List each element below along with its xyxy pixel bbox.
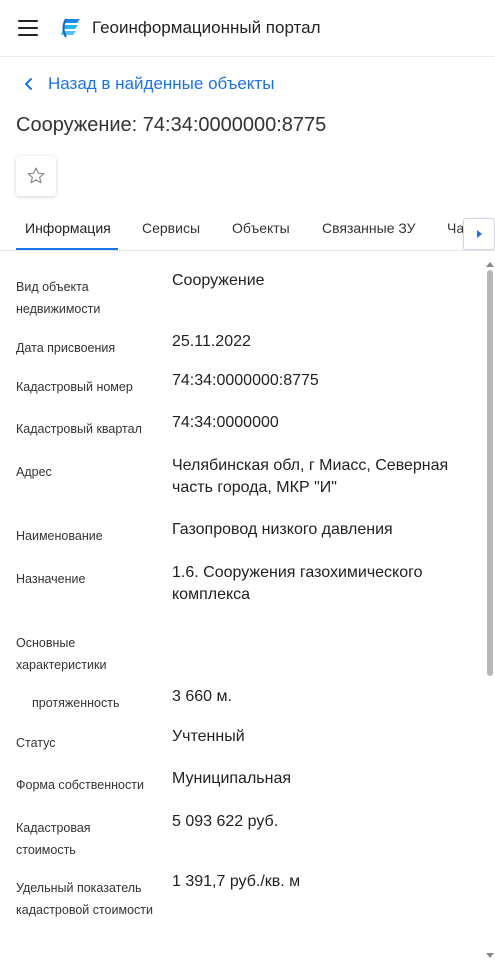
detail-value: 74:34:0000000 [172, 414, 279, 431]
detail-label: Наименование [16, 529, 103, 543]
tab-bar: Информация Сервисы Объекты Связанные ЗУ … [0, 208, 495, 251]
object-details: Вид объекта недвижимости Сооружение Дата… [0, 262, 485, 960]
tab-objects[interactable]: Объекты [232, 220, 290, 236]
tab-information[interactable]: Информация [25, 220, 111, 236]
caret-right-icon [477, 230, 482, 238]
detail-label: Удельный показатель кадастровой стоимост… [16, 881, 153, 917]
scrollbar-thumb[interactable] [487, 270, 493, 676]
detail-label: Адрес [16, 465, 52, 479]
detail-value: 3 660 м. [172, 688, 232, 705]
detail-value: 1.6. Сооружения газохимического комплекс… [172, 564, 423, 603]
scroll-down-arrow-icon[interactable] [486, 953, 494, 958]
detail-value: 5 093 622 руб. [172, 813, 279, 830]
page-title: Сооружение: 74:34:0000000:8775 [16, 114, 327, 136]
detail-value: Сооружение [172, 272, 265, 289]
back-to-results-link[interactable]: Назад в найденные объекты [22, 74, 274, 94]
detail-value: Учтенный [172, 728, 245, 745]
chevron-left-icon [25, 78, 32, 90]
tab-services[interactable]: Сервисы [142, 220, 200, 236]
active-tab-indicator [16, 248, 118, 250]
detail-label: Кадастровый квартал [16, 422, 142, 436]
detail-value: Газопровод низкого давления [172, 521, 393, 538]
detail-label: Дата присвоения [16, 341, 116, 355]
detail-value: 74:34:0000000:8775 [172, 372, 319, 389]
tabs-scroll-right-button[interactable] [463, 218, 495, 250]
detail-label: Вид объекта недвижимости [16, 280, 101, 316]
detail-label: Основные характеристики [16, 636, 107, 672]
detail-label: Статус [16, 736, 56, 750]
detail-label: Кадастровый номер [16, 380, 133, 394]
scroll-up-arrow-icon[interactable] [486, 262, 494, 267]
app-title: Геоинформационный портал [92, 18, 321, 37]
detail-value: 25.11.2022 [172, 333, 251, 350]
back-label: Назад в найденные объекты [48, 74, 275, 93]
detail-value: 1 391,7 руб./кв. м [172, 873, 301, 890]
detail-value: Муниципальная [172, 770, 292, 787]
detail-label: Назначение [16, 572, 86, 586]
details-scrollbar[interactable] [485, 262, 495, 960]
detail-label: протяженность [32, 696, 120, 710]
detail-label: Кадастровая стоимость [16, 821, 91, 857]
favorite-button[interactable] [16, 156, 56, 196]
star-icon [27, 167, 45, 184]
app-header: Геоинформационный портал [0, 0, 495, 57]
hamburger-icon[interactable] [18, 20, 38, 36]
tab-related-land[interactable]: Связанные ЗУ [322, 220, 416, 236]
detail-label: Форма собственности [16, 778, 144, 792]
detail-value: Челябинская обл, г Миасс, Северная часть… [172, 457, 449, 496]
portal-logo-icon [61, 18, 80, 38]
tab-parts[interactable]: Ча [447, 220, 464, 236]
